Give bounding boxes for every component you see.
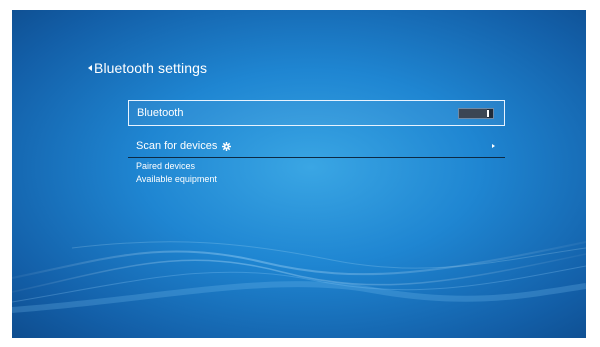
tv-screen: Bluetooth settings Bluetooth Scan for de… — [12, 10, 586, 338]
bluetooth-switch[interactable] — [458, 107, 494, 119]
scan-label: Scan for devices — [136, 140, 218, 152]
page-title: Bluetooth settings — [94, 60, 208, 76]
available-equipment-label: Available equipment — [136, 174, 217, 184]
bluetooth-label: Bluetooth — [137, 107, 184, 119]
switch-knob — [487, 109, 489, 117]
paired-devices-label: Paired devices — [136, 161, 196, 171]
gear-icon — [222, 141, 232, 151]
switch-track — [459, 108, 487, 118]
bluetooth-toggle-row[interactable]: Bluetooth — [128, 100, 505, 126]
scan-label-group: Scan for devices — [136, 140, 232, 152]
scan-for-devices-row[interactable]: Scan for devices — [128, 135, 505, 157]
back-button[interactable]: Bluetooth settings — [88, 60, 207, 76]
chevron-right-icon — [492, 144, 495, 148]
divider — [128, 157, 505, 158]
chevron-left-icon — [88, 65, 92, 71]
